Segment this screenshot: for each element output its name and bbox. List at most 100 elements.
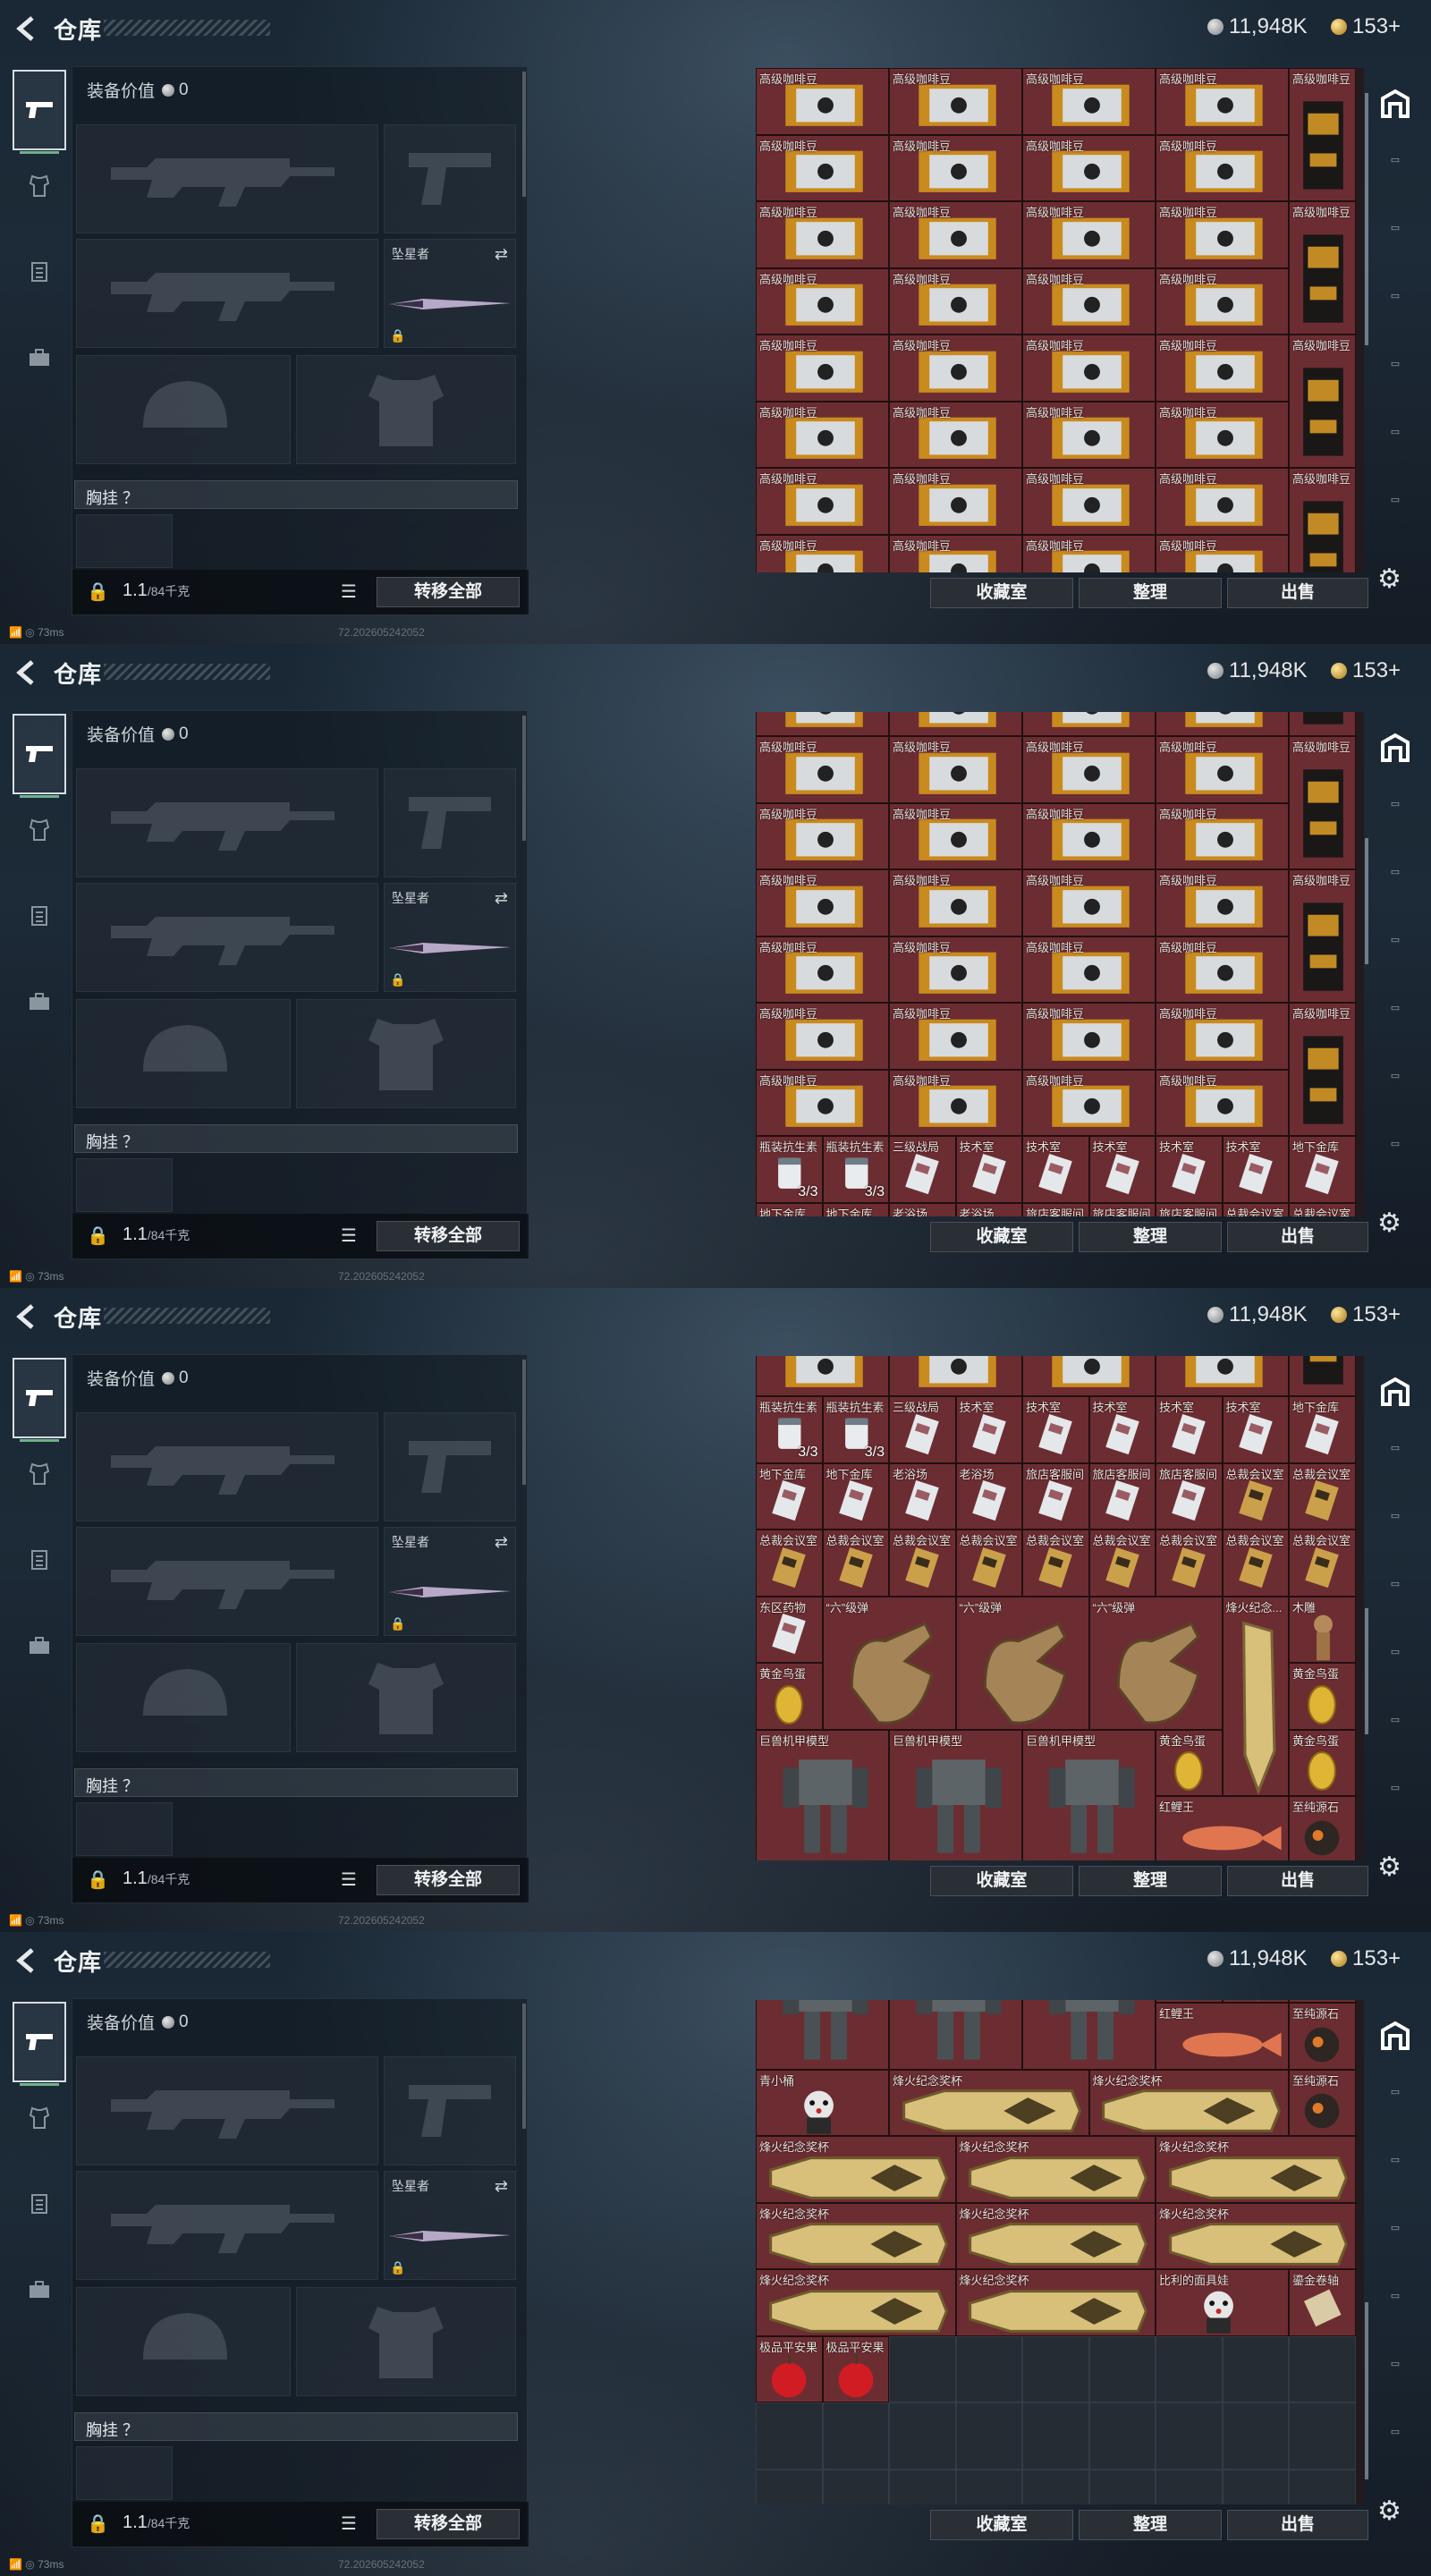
stash-item[interactable]: 高级咖啡豆 [889, 134, 1022, 201]
stash-item[interactable]: 高级咖啡豆 [756, 802, 889, 869]
chest-rig-bar[interactable]: 胸挂 ？ [74, 1768, 518, 1797]
stash-item[interactable]: 高级咖啡豆 [889, 534, 1022, 572]
stash-item[interactable]: 高级咖啡豆 [1289, 68, 1356, 201]
stash-item[interactable]: 高级咖啡豆 [889, 802, 1022, 869]
container-1-icon[interactable]: ▭ [1377, 798, 1413, 834]
tab-armor[interactable] [13, 2091, 66, 2145]
melee-slot[interactable]: 坠星者 ⇄ 🔒 [384, 1527, 516, 1636]
sell-button[interactable]: 出售 [1227, 1222, 1368, 1252]
helmet-slot[interactable] [76, 1643, 291, 1752]
tab-backpack[interactable] [13, 2263, 66, 2317]
transfer-all-button[interactable]: 转移全部 [377, 1221, 520, 1251]
stash-item[interactable]: 高级咖啡豆 [756, 68, 889, 135]
stash-item[interactable]: 高级咖啡豆 [1022, 468, 1156, 535]
stash-item[interactable]: 地下金库 [1289, 1136, 1356, 1203]
stash-item[interactable]: 高级咖啡豆 [1022, 201, 1156, 268]
stash-item[interactable]: 总裁会议室 [756, 1530, 823, 1597]
container-6-icon[interactable]: ▭ [1377, 1782, 1413, 1818]
stash-item[interactable]: 高级咖啡豆 [756, 936, 889, 1003]
loadout-scrollbar[interactable] [522, 1360, 526, 1485]
container-4-icon[interactable]: ▭ [1377, 358, 1413, 394]
stash-item[interactable]: 高级咖啡豆 [1022, 736, 1156, 803]
stash-item[interactable]: 高级咖啡豆 [756, 267, 889, 335]
empty-slot[interactable] [756, 2402, 823, 2470]
list-icon[interactable]: ☰ [341, 580, 357, 603]
stash-item[interactable]: 总裁会议室 [955, 1530, 1022, 1597]
stash-item[interactable]: 高级咖啡豆 [756, 869, 889, 936]
stash-item[interactable]: 地下金库 [756, 1462, 823, 1530]
stash-item[interactable]: 高级咖啡豆 [756, 468, 889, 535]
stash-item[interactable]: 高级咖啡豆 [1156, 736, 1289, 803]
stash-item[interactable]: 高级咖啡豆 [756, 1003, 889, 1070]
stash-item[interactable]: 高级咖啡豆 [1289, 736, 1356, 869]
container-3-icon[interactable]: ▭ [1377, 290, 1413, 326]
stash-item[interactable]: 总裁会议室 [1289, 1530, 1356, 1597]
stash-item[interactable]: 高级咖啡豆 [1156, 936, 1289, 1003]
stash-item[interactable]: 烽火纪念奖杯 [889, 2069, 1089, 2136]
empty-slot[interactable] [889, 2402, 956, 2470]
stash-item[interactable]: 高级咖啡豆 [756, 401, 889, 468]
empty-slot[interactable] [1289, 2469, 1356, 2504]
stash-item[interactable]: 高级咖啡豆 [1156, 401, 1289, 468]
stash-item[interactable]: 高级咖啡豆 [756, 712, 889, 736]
empty-slot[interactable] [1289, 2402, 1356, 2470]
stash-item[interactable]: 高级咖啡豆 [1156, 1069, 1289, 1136]
stash-item[interactable]: 旅店客服间 [1022, 1202, 1089, 1216]
container-4-icon[interactable]: ▭ [1377, 1646, 1413, 1682]
stash-item[interactable]: 老浴场 [955, 1202, 1022, 1216]
stash-item[interactable]: 高级咖啡豆 [1289, 869, 1356, 1003]
collection-room-button[interactable]: 收藏室 [930, 2510, 1073, 2540]
stash-item[interactable]: 高级咖啡豆 [756, 335, 889, 402]
empty-slot[interactable] [822, 2402, 889, 2470]
stash-item[interactable]: 红鲤王 [1156, 2003, 1289, 2070]
sort-button[interactable]: 整理 [1079, 1866, 1222, 1896]
stash-item[interactable]: 高级咖啡豆 [1022, 335, 1156, 402]
stash-item[interactable]: 高级咖啡豆 [889, 936, 1022, 1003]
stash-item[interactable]: 旅店客服间 [1088, 1202, 1156, 1216]
tab-vest[interactable] [13, 2177, 66, 2231]
stash-item[interactable]: 高级咖啡豆 [1156, 1003, 1289, 1070]
stash-item[interactable]: “六”级弹 [955, 1596, 1089, 1730]
container-1-icon[interactable]: ▭ [1377, 154, 1413, 190]
stash-item[interactable]: 瓶装抗生素 3/3 [822, 1396, 889, 1463]
tab-vest[interactable] [13, 889, 66, 943]
stash-item[interactable]: 总裁会议室 [889, 1530, 956, 1597]
stash-item[interactable]: 烽火纪念... [1222, 1596, 1289, 1796]
stash-item[interactable]: 高级咖啡豆 [756, 1356, 889, 1396]
chevron-left-icon[interactable] [13, 11, 41, 47]
empty-slot[interactable] [1222, 2335, 1289, 2402]
sell-button[interactable]: 出售 [1227, 578, 1368, 608]
chest-rig-bar[interactable]: 胸挂 ？ [74, 1124, 518, 1153]
stash-item[interactable]: 极品平安果 [756, 2335, 823, 2402]
stash-item[interactable]: 旅店客服间 [1022, 1462, 1089, 1530]
container-4-icon[interactable]: ▭ [1377, 2290, 1413, 2326]
secondary-weapon-slot[interactable] [76, 239, 378, 348]
stash-item[interactable]: 高级咖啡豆 [889, 736, 1022, 803]
stash-icon[interactable] [1377, 732, 1413, 767]
chevron-left-icon[interactable] [13, 1943, 41, 1979]
tab-armor[interactable] [13, 803, 66, 857]
stash-item[interactable]: 三级战局 [889, 1396, 956, 1463]
container-2-icon[interactable]: ▭ [1377, 866, 1413, 902]
list-icon[interactable]: ☰ [341, 1224, 357, 1247]
stash-item[interactable]: 旅店客服间 [1088, 1462, 1156, 1530]
melee-slot[interactable]: 坠星者 ⇄ 🔒 [384, 2171, 516, 2280]
tab-vest[interactable] [13, 245, 66, 299]
pistol-slot[interactable] [384, 2056, 516, 2165]
container-5-icon[interactable]: ▭ [1377, 1714, 1413, 1750]
stash-item[interactable]: 巨兽机甲模型 [756, 1729, 889, 1860]
stash-item[interactable]: 烽火纪念奖杯 [756, 2136, 956, 2203]
stash-item[interactable]: 烽火纪念奖杯 [955, 2136, 1156, 2203]
stash-item[interactable]: 高级咖啡豆 [756, 534, 889, 572]
tab-backpack[interactable] [13, 975, 66, 1029]
silver-currency[interactable]: 11,948K [1207, 14, 1308, 39]
silver-currency[interactable]: 11,948K [1207, 1946, 1308, 1971]
stash-item[interactable]: 高级咖啡豆 [1289, 1003, 1356, 1136]
stash-item[interactable]: 技术室 [955, 1396, 1022, 1463]
stash-item[interactable]: 高级咖啡豆 [1156, 1356, 1289, 1396]
tab-weapons[interactable] [13, 714, 66, 798]
stash-icon[interactable] [1377, 88, 1413, 123]
stash-item[interactable]: 烽火纪念奖杯 [1156, 2136, 1356, 2203]
stash-item[interactable]: 高级咖啡豆 [889, 468, 1022, 535]
container-3-icon[interactable]: ▭ [1377, 934, 1413, 970]
